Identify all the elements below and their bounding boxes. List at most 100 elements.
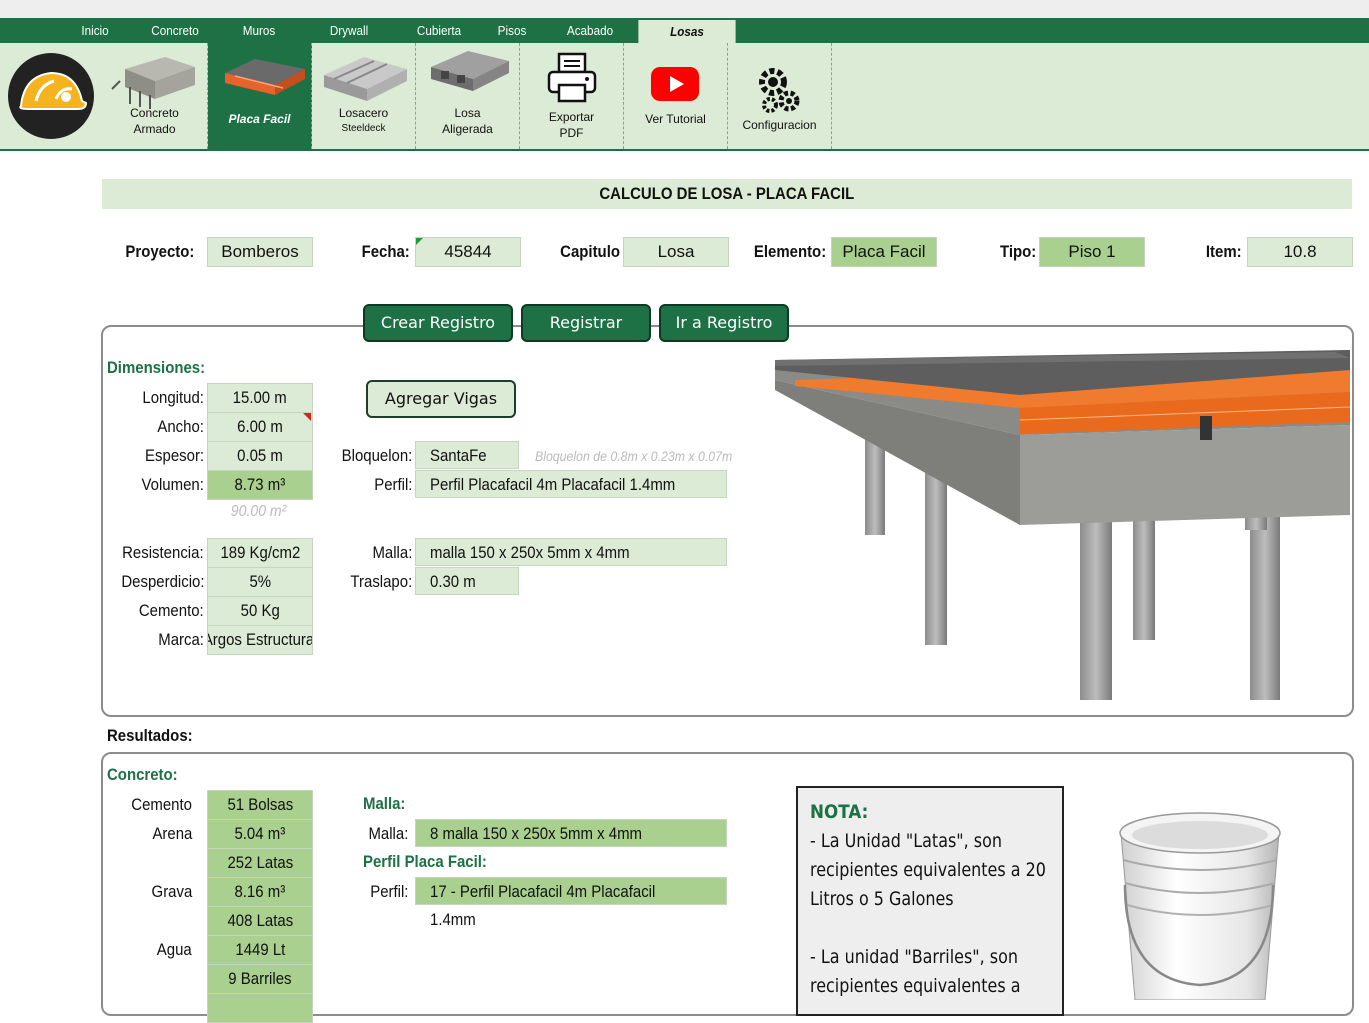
comment-marker [303,413,311,421]
tipo-field[interactable]: Piso 1 [1039,237,1145,267]
item-field[interactable]: 10.8 [1247,237,1353,267]
longitud-label: Longitud: [142,388,204,407]
logo [0,43,102,149]
tab-inicio[interactable]: Inicio [71,18,120,43]
losacero-button[interactable]: Losacero Steeldeck [312,43,416,149]
ver-tutorial-label: Ver Tutorial [645,112,706,126]
traslapo-label: Traslapo: [350,572,412,591]
res-grava-value: 8.16 m³ [207,877,313,907]
exportar-pdf-button[interactable]: Exportar PDF [520,43,624,149]
cemento-field[interactable]: 50 Kg [207,596,313,626]
nota-title: NOTA: [810,801,869,823]
capitulo-label: Capitulo [560,242,620,261]
res-cemento-label: Cemento [131,795,192,814]
bloquelon-field[interactable]: SantaFe [415,441,519,469]
capitulo-field[interactable]: Losa [623,237,729,267]
placa-facil-label: Placa Facil [228,112,291,126]
tab-bar: Inicio Concreto Muros Drywall Cubierta P… [0,18,1369,43]
agregar-vigas-button[interactable]: Agregar Vigas [366,380,516,418]
res-agua-value: 1449 Lt [207,935,313,965]
cemento-label: Cemento: [139,601,204,620]
perfil-title: Perfil Placa Facil: [363,852,487,871]
crear-registro-button[interactable]: Crear Registro [363,304,513,342]
ancho-label: Ancho: [157,417,204,436]
marca-field[interactable]: Argos Estructural [207,625,313,655]
proyecto-field[interactable]: Bomberos [207,237,313,267]
tipo-label: Tipo: [999,242,1036,261]
desperdicio-label: Desperdicio: [120,572,204,591]
tab-drywall[interactable]: Drywall [321,18,377,43]
nota-line-1: - La Unidad "Latas", son recipientes equ… [810,830,1046,910]
dimensiones-title: Dimensiones: [107,358,206,377]
area-value: 90.00 m² [231,503,287,520]
espesor-label: Espesor: [144,446,204,465]
exportar-pdf-label: Exportar PDF [548,110,595,140]
res-malla-label: Malla: [368,824,408,843]
fecha-field[interactable]: 45844 [415,237,521,267]
configuracion-label: Configuracion [742,118,817,132]
tab-cubierta[interactable]: Cubierta [409,18,468,43]
resistencia-field[interactable]: 189 Kg/cm2 [207,538,313,568]
tab-acabado[interactable]: Acabado [559,18,620,43]
espesor-field[interactable]: 0.05 m [207,441,313,471]
res-next-row [207,993,313,1023]
bucket-icon [1119,812,1281,1000]
concrete-block-icon [111,57,195,109]
placa-facil-icon [225,59,305,95]
ribbon: Concreto Armado Placa Facil Losacero Ste… [0,43,1369,151]
res-arena-value: 5.04 m³ [207,819,313,849]
traslapo-field[interactable]: 0.30 m [415,567,519,595]
tab-pisos[interactable]: Pisos [490,18,533,43]
printer-icon [547,52,597,103]
youtube-icon [651,67,699,101]
steeldeck-label: Steeldeck [341,123,386,134]
losa-aligerada-button[interactable]: Losa Aligerada [416,43,520,149]
configuracion-button[interactable]: Configuracion [728,43,832,149]
concreto-title: Concreto: [107,765,178,784]
fecha-label: Fecha: [361,242,410,261]
perfil-label: Perfil: [373,475,412,494]
concreto-armado-button[interactable]: Concreto Armado [102,43,208,149]
res-arena-latas: 252 Latas [207,848,313,878]
hardhat-logo-icon [8,53,94,139]
tab-muros[interactable]: Muros [235,18,284,43]
malla-title: Malla: [363,794,406,813]
nota-line-2: - La unidad "Barriles", son recipientes … [810,946,1021,997]
res-agua-barriles: 9 Barriles [207,964,313,994]
ancho-field[interactable]: 6.00 m [207,412,313,442]
resultados-title: Resultados: [107,726,193,745]
resistencia-label: Resistencia: [122,543,204,562]
res-grava-latas: 408 Latas [207,906,313,936]
registrar-button[interactable]: Registrar [521,304,651,342]
tab-losas[interactable]: Losas [638,20,736,43]
ver-tutorial-button[interactable]: Ver Tutorial [624,43,728,149]
res-malla-value: 8 malla 150 x 250x 5mm x 4mm [415,819,727,847]
volumen-field: 8.73 m³ [207,470,313,500]
placa-facil-button[interactable]: Placa Facil [208,43,312,149]
item-label: Item: [1206,242,1242,261]
malla-field[interactable]: malla 150 x 250x 5mm x 4mm [415,538,727,566]
res-perfil-value: 17 - Perfil Placafacil 4m Placafacil 1.4… [415,877,727,929]
tab-concreto[interactable]: Concreto [146,18,204,43]
longitud-field[interactable]: 15.00 m [207,383,313,413]
bloquelon-label: Bloquelon: [341,446,412,465]
losa-aligerada-icon [431,51,509,91]
res-grava-label: Grava [151,882,192,901]
nota-box: NOTA: - La Unidad "Latas", son recipient… [796,786,1064,1016]
volumen-label: Volumen: [141,475,204,494]
elemento-label: Elemento: [753,242,826,261]
marca-label: Marca: [158,630,204,649]
steeldeck-icon [324,57,407,101]
desperdicio-field[interactable]: 5% [207,567,313,597]
res-perfil-label: Perfil: [369,882,408,901]
window-top-strip [0,0,1369,18]
elemento-field[interactable]: Placa Facil [831,237,937,267]
bloquelon-hint: Bloquelon de 0.8m x 0.23m x 0.07m [535,448,733,464]
res-agua-label: Agua [157,940,192,959]
losacero-label: Losacero [338,106,389,120]
losa-aligerada-label: Losa Aligerada [442,106,493,136]
gear-icon [759,68,800,113]
perfil-field[interactable]: Perfil Placafacil 4m Placafacil 1.4mm [415,470,727,498]
page-title: CALCULO DE LOSA - PLACA FACIL [102,179,1352,209]
ir-a-registro-button[interactable]: Ir a Registro [659,304,789,342]
